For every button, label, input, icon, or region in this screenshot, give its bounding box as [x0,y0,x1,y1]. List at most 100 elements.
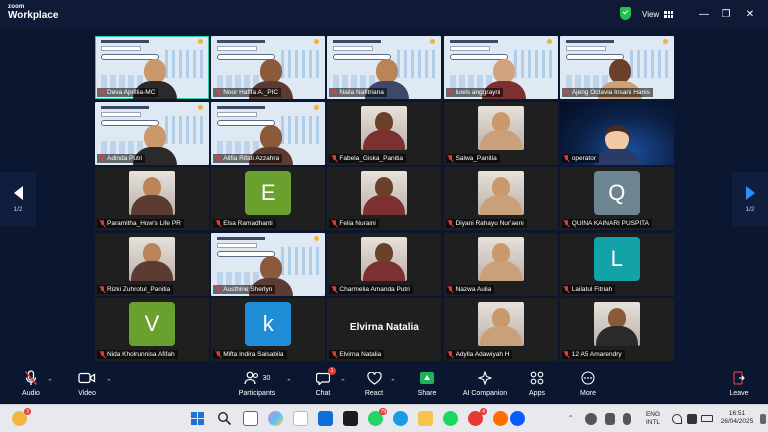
muted-mic-icon [564,285,570,293]
leave-button[interactable]: Leave [712,368,766,397]
participant-tile[interactable]: Adylla Adawiyah H [443,298,558,361]
participant-tile[interactable]: Nazwa Aulia [443,232,558,296]
participant-tile[interactable]: E Elsa Ramadhanti [211,167,326,230]
chat-unread-badge: 1 [328,367,336,375]
participant-tile[interactable]: V Nida Kholrunnisa Afifah [95,298,209,361]
language-bottom: INTL [645,419,661,426]
tray-app-icon[interactable] [605,413,615,425]
file-explorer-icon[interactable] [418,411,433,426]
participants-options-caret-icon[interactable]: ⌃ [286,378,292,386]
muted-mic-icon [448,89,454,96]
participant-tile[interactable]: L Lailatul Fitriah [559,232,674,296]
participant-tile[interactable]: Rizki Zuhrotul_Panitia [95,232,209,296]
participant-tile[interactable]: k Mifta Indira Salsabila [211,298,326,361]
edge-browser-icon[interactable] [393,411,408,426]
participant-name-tag: operator [561,153,600,163]
participant-name-tag: 12 A5 Amarendry [561,350,625,359]
muted-mic-icon [331,89,337,96]
participant-tile[interactable]: Noor Hafifa A._PIC [211,36,326,99]
muted-mic-icon [99,89,105,96]
participant-tile[interactable]: 12 A5 Amarendry [559,298,674,361]
muted-mic-icon [331,154,337,162]
participant-name: Salwa_Panitia [455,154,497,162]
close-icon[interactable]: ✕ [742,6,758,22]
muted-mic-icon [448,285,454,293]
participant-photo [361,105,408,150]
participant-tile[interactable]: Elvirna Natalia Elvirna Natalia [327,298,442,361]
copilot-icon[interactable] [268,411,283,426]
participant-tile[interactable]: Paramitha_How's Life PR [95,167,209,230]
react-options-caret-icon[interactable]: ⌃ [390,378,396,386]
participant-tile[interactable]: Austhine Sherlyn [211,232,326,296]
ai-companion-button[interactable]: AI Companion [458,368,512,397]
mail-icon[interactable] [318,411,333,426]
battery-icon[interactable] [701,415,713,422]
muted-mic-icon [564,220,570,227]
volume-icon[interactable] [687,414,697,424]
firefox-icon[interactable] [493,411,508,426]
view-button[interactable]: View [638,6,677,22]
participant-name: Ajeng Octavia Insani Hanis [571,89,650,96]
apps-label: Apps [529,390,545,397]
start-windows-icon[interactable] [190,411,205,426]
encryption-shield-icon[interactable] [620,7,631,20]
participant-avatar: L [593,236,640,281]
participant-tile[interactable]: Alifia Rifati Azzahra [211,101,326,165]
participants-button[interactable]: 30 Participants [230,368,284,397]
share-label: Share [417,390,437,397]
participant-name: Diyani Rahayu Nur'aeni [455,220,524,227]
participant-tile[interactable]: Charmelia Amanda Putri [327,232,442,296]
clock[interactable]: 16:51 26/04/2025 [715,410,759,426]
share-screen-icon [420,368,434,388]
language-indicator[interactable]: ENG INTL [640,411,666,427]
previous-page-button[interactable]: 1/2 [0,172,36,226]
muted-mic-icon [99,285,105,293]
participant-tile[interactable]: Adinda Putri [95,101,209,165]
next-page-button[interactable]: 1/2 [732,172,768,226]
participant-display-name: Elvirna Natalia [349,322,419,333]
video-options-caret-icon[interactable]: ⌃ [106,378,112,386]
arrow-left-icon [13,185,23,200]
participant-tile[interactable]: Fabela_Giska_Panitia [327,101,442,165]
participant-tile[interactable]: Felia Nuraini [327,167,442,230]
apps-button[interactable]: Apps [510,368,564,397]
media-player-icon[interactable] [343,411,358,426]
participant-name: Adinda Putri [107,154,143,162]
weather-widget-icon[interactable]: 3 [12,408,31,426]
leave-door-icon [733,368,745,388]
participant-tile[interactable]: Q QUINA KAINARI PUSPITA [559,167,674,230]
participant-tile[interactable]: Deva Aprillia-MC [95,36,209,99]
participant-photo [477,105,524,150]
zoom-taskbar-icon[interactable] [510,411,525,426]
participant-name-tag: Lailatul Fitriah [561,284,616,294]
notification-center-icon[interactable] [760,414,766,424]
participant-tile[interactable]: Ajeng Octavia Insani Hanis [559,36,674,99]
share-button[interactable]: Share [400,368,454,397]
participant-tile[interactable]: Naila Nafitriana [327,36,442,99]
participant-tile[interactable]: Diyani Rahayu Nur'aeni [443,167,558,230]
opera-icon[interactable]: 4 [468,408,487,426]
participant-name-tag: Nazwa Aulia [445,284,495,294]
chat-options-caret-icon[interactable]: ⌃ [340,378,346,386]
wifi-icon[interactable] [672,414,682,424]
spotify-icon[interactable] [443,411,458,426]
cloud-icon[interactable] [585,413,597,425]
participant-name: QUINA KAINARI PUSPITA [571,220,649,227]
minimize-icon[interactable]: — [696,6,712,22]
participant-name: Austhine Sherlyn [223,285,273,293]
whatsapp-icon[interactable]: 79 [368,408,387,426]
more-button[interactable]: More [561,368,615,397]
clock-time: 16:51 [728,410,746,417]
tray-overflow-icon[interactable]: ⌃ [568,415,573,423]
participant-tile[interactable]: luwis anggrayni [443,36,558,99]
participant-tile[interactable]: Salwa_Panitia [443,101,558,165]
store-icon[interactable] [293,411,308,426]
participant-tile[interactable]: operator [559,101,674,165]
maximize-icon[interactable]: ❐ [718,6,734,22]
task-view-icon[interactable] [243,411,258,426]
participant-name-tag: Adinda Putri [97,153,146,163]
search-icon[interactable] [217,411,232,426]
participant-name-tag: Elvirna Natalia [329,350,385,359]
audio-options-caret-icon[interactable]: ⌃ [47,378,53,386]
microphone-tray-icon[interactable] [623,413,631,425]
